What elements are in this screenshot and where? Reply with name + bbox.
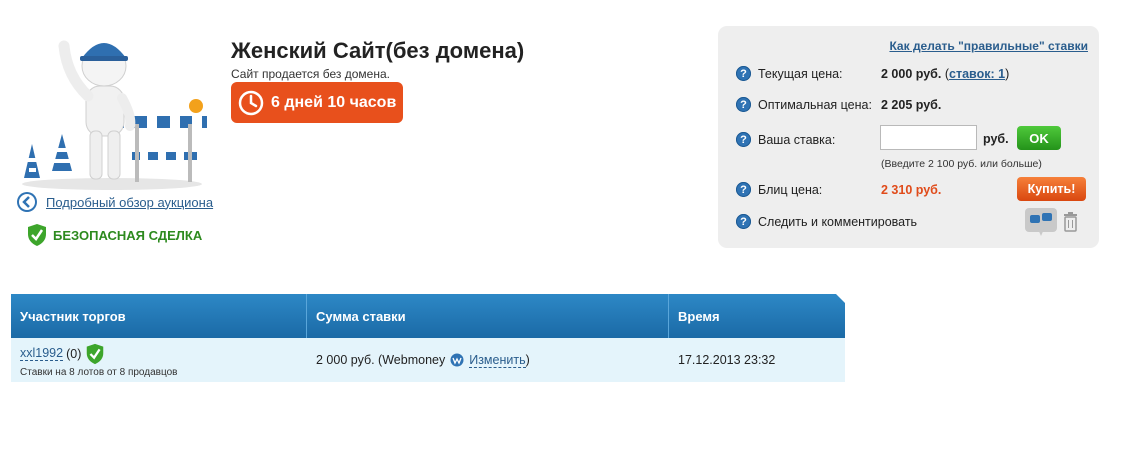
blitz-price-label: Блиц цена: bbox=[758, 182, 823, 197]
your-bid-row: ? Ваша ставка: bbox=[736, 132, 835, 147]
webmoney-icon bbox=[450, 353, 464, 367]
bids-table: Участник торгов Сумма ставки Время xxl19… bbox=[11, 294, 845, 382]
bidder-stats: Ставки на 8 лотов от 8 продавцов bbox=[20, 366, 178, 378]
header-corner-fold bbox=[836, 294, 845, 303]
current-price-label: Текущая цена: bbox=[758, 66, 843, 81]
optimal-price-value: 2 205 руб. bbox=[881, 98, 942, 112]
optimal-price-row: ? Оптимальная цена: bbox=[736, 97, 872, 112]
trash-icon[interactable] bbox=[1062, 212, 1079, 232]
question-icon[interactable]: ? bbox=[736, 97, 751, 112]
clock-icon bbox=[238, 90, 264, 115]
back-arrow-icon[interactable] bbox=[16, 191, 38, 213]
bid-hint: (Введите 2 100 руб. или больше) bbox=[881, 158, 1042, 170]
lot-subtitle: Сайт продается без домена. bbox=[231, 67, 390, 81]
shield-check-icon bbox=[28, 224, 46, 246]
howto-bid-link[interactable]: Как делать "правильные" ставки bbox=[889, 39, 1088, 53]
amount-cell: 2 000 руб. (Webmoney Изменить) bbox=[307, 338, 669, 382]
question-icon[interactable]: ? bbox=[736, 182, 751, 197]
bid-panel: Как делать "правильные" ставки ? Текущая… bbox=[718, 26, 1099, 248]
your-bid-label: Ваша ставка: bbox=[758, 132, 836, 147]
question-icon[interactable]: ? bbox=[736, 214, 751, 229]
question-icon[interactable]: ? bbox=[736, 66, 751, 81]
ok-button[interactable]: OK bbox=[1017, 126, 1061, 150]
amount-line: 2 000 руб. (Webmoney Изменить) bbox=[316, 353, 669, 368]
time-left-text: 6 дней 10 часов bbox=[271, 93, 397, 111]
shield-check-icon bbox=[87, 343, 104, 364]
blitz-price-row: ? Блиц цена: bbox=[736, 182, 822, 197]
current-price-amount: 2 000 руб. bbox=[881, 67, 942, 81]
column-header-amount: Сумма ставки bbox=[307, 294, 669, 338]
current-price-row: ? Текущая цена: bbox=[736, 66, 843, 81]
change-payment-link[interactable]: Изменить bbox=[469, 353, 526, 368]
lot-title: Женский Сайт(без домена) bbox=[231, 38, 525, 63]
optimal-price-label: Оптимальная цена: bbox=[758, 97, 872, 112]
bidder-cell: xxl1992 (0) Ставки на 8 лотов от 8 прода… bbox=[11, 338, 307, 382]
bid-amount-text: 2 000 руб. (Webmoney bbox=[316, 353, 446, 367]
amount-close-paren: ) bbox=[525, 353, 530, 367]
current-price-value: 2 000 руб. (ставок: 1) bbox=[881, 67, 1009, 81]
bidder-rating: (0) bbox=[66, 346, 82, 361]
table-row: xxl1992 (0) Ставки на 8 лотов от 8 прода… bbox=[11, 338, 845, 382]
bidder-line: xxl1992 (0) bbox=[20, 343, 307, 365]
bids-table-header: Участник торгов Сумма ставки Время bbox=[11, 294, 845, 338]
auction-page: Женский Сайт(без домена) Сайт продается … bbox=[0, 0, 1127, 474]
bids-close-paren: ) bbox=[1005, 67, 1010, 81]
bidder-username-link[interactable]: xxl1992 bbox=[20, 346, 64, 361]
bid-amount-input[interactable] bbox=[880, 125, 977, 150]
buy-now-button[interactable]: Купить! bbox=[1017, 177, 1086, 201]
watch-row: ? Следить и комментировать bbox=[736, 214, 917, 229]
safe-deal-badge: БЕЗОПАСНАЯ СДЕЛКА bbox=[27, 223, 202, 247]
auction-overview-link[interactable]: Подробный обзор аукциона bbox=[16, 191, 213, 213]
auction-overview-label[interactable]: Подробный обзор аукциона bbox=[46, 195, 213, 210]
column-header-time: Время bbox=[678, 308, 720, 324]
time-left-badge: 6 дней 10 часов bbox=[231, 82, 403, 123]
blitz-price-value: 2 310 руб. bbox=[881, 183, 942, 197]
time-cell: 17.12.2013 23:32 bbox=[678, 353, 776, 367]
bids-count-link[interactable]: ставок: 1 bbox=[949, 67, 1005, 81]
column-header-bidder: Участник торгов bbox=[11, 294, 307, 338]
safe-deal-label: БЕЗОПАСНАЯ СДЕЛКА bbox=[53, 227, 203, 243]
construction-worker-illustration bbox=[22, 40, 207, 190]
question-icon[interactable]: ? bbox=[736, 132, 751, 147]
bid-currency-label: руб. bbox=[983, 132, 1009, 146]
binoculars-icon[interactable] bbox=[1024, 207, 1058, 237]
watch-label: Следить и комментировать bbox=[758, 214, 918, 229]
